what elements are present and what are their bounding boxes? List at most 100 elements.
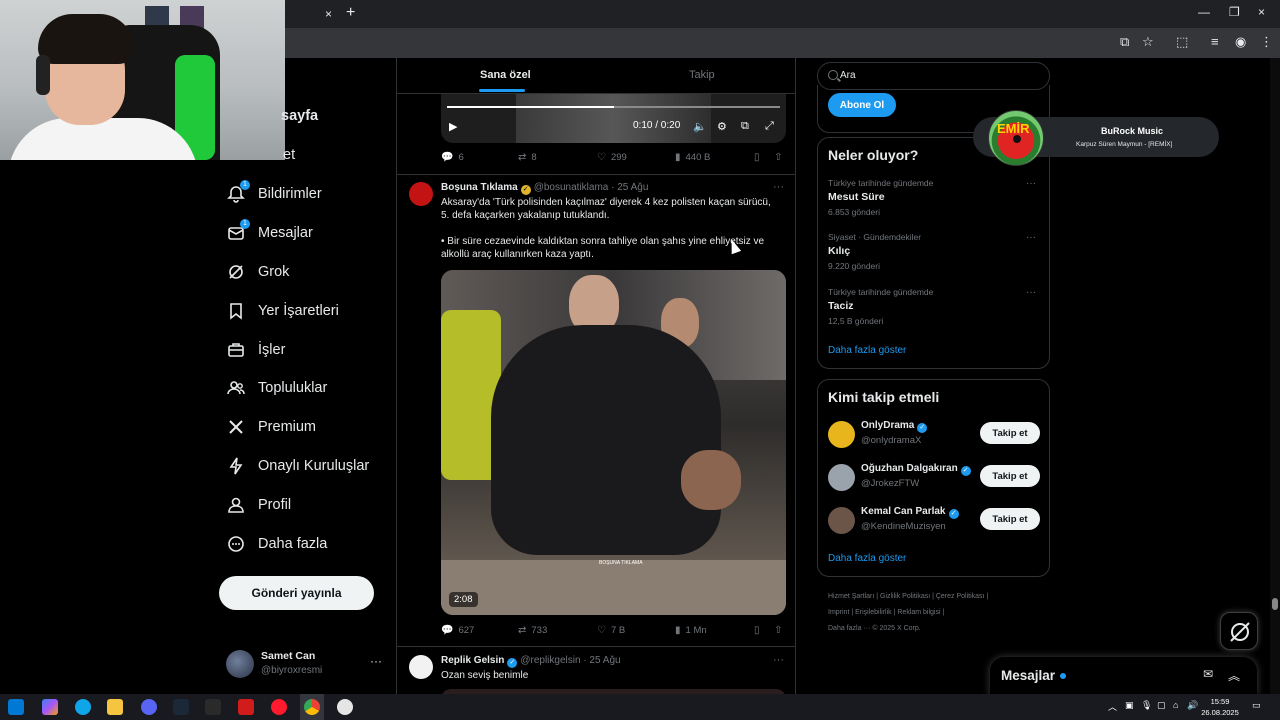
trend-item[interactable]: Türkiye tarihinde gündemde Taciz 12,5 B … (828, 287, 1041, 333)
play-icon[interactable]: ▶ (449, 120, 457, 133)
avatar[interactable] (409, 182, 433, 206)
new-tab-button[interactable]: + (346, 4, 355, 22)
follow-suggestion[interactable]: OnlyDrama ✓ @onlydramaX Takip et (828, 417, 1041, 451)
sidebar-item-grok[interactable]: Grok (226, 257, 289, 287)
like-button[interactable]: ♡ 7 B (597, 625, 625, 636)
page-scrollbar[interactable] (1270, 58, 1280, 694)
tray-app-icon[interactable]: ▢ (1157, 700, 1166, 711)
opera-icon[interactable] (271, 699, 287, 715)
show-more-link[interactable]: Daha fazla göster (828, 345, 906, 356)
notifications-icon[interactable]: ▭ (1252, 700, 1261, 711)
profile-icon[interactable]: ◉ (1235, 34, 1246, 50)
extensions-icon[interactable]: ⬚ (1176, 34, 1188, 50)
share-button[interactable]: ⇧ (774, 625, 787, 636)
obs-icon[interactable] (337, 699, 353, 715)
volume-icon[interactable]: 🔊 (1187, 700, 1198, 711)
close-window-button[interactable]: × (1258, 5, 1265, 19)
share-button[interactable]: ⇧ (774, 152, 787, 163)
tab-following[interactable]: Takip (689, 69, 715, 81)
settings-icon[interactable]: ⚙ (717, 120, 727, 133)
messages-drawer[interactable]: Mesajlar ✉ ︽ (990, 657, 1257, 697)
file-explorer-icon[interactable] (107, 699, 123, 715)
more-icon[interactable]: ··· (1026, 178, 1036, 189)
sidebar-item-profile[interactable]: Profil (226, 490, 291, 520)
copilot-icon[interactable] (42, 699, 58, 715)
more-icon[interactable]: ··· (1026, 287, 1036, 298)
post-author-name[interactable]: Boşuna Tıklama (441, 182, 518, 193)
account-switcher[interactable]: Samet Can @biyroxresmi ··· (226, 648, 386, 682)
star-icon[interactable]: ☆ (1142, 34, 1154, 50)
cast-icon[interactable]: ⧉ (1120, 34, 1129, 50)
repost-button[interactable]: ⇄ 733 (518, 625, 547, 636)
post-author-handle[interactable]: @bosunatiklama (534, 182, 609, 193)
maximize-button[interactable]: ❐ (1229, 5, 1240, 19)
sidebar-item-explore[interactable]: et (283, 140, 295, 170)
expand-icon[interactable]: ︽ (1228, 667, 1240, 684)
epic-games-icon[interactable] (205, 699, 221, 715)
bookmark-button[interactable]: ▯ (754, 152, 765, 163)
scrollbar-thumb[interactable] (1272, 598, 1278, 610)
sidebar-item-communities[interactable]: Topluluklar (226, 373, 327, 403)
post-author-handle[interactable]: @replikgelsin (520, 655, 580, 666)
post-button[interactable]: Gönderi yayınla (219, 576, 374, 610)
new-message-icon[interactable]: ✉ (1203, 667, 1213, 681)
edge-icon[interactable] (75, 699, 91, 715)
tray-chevron-icon[interactable]: ︿ (1108, 700, 1117, 713)
tab-for-you[interactable]: Sana özel (480, 69, 531, 81)
avatar[interactable] (409, 655, 433, 679)
chrome-icon[interactable] (304, 699, 320, 715)
follow-suggestion[interactable]: Kemal Can Parlak ✓ @KendineMuzisyen Takip… (828, 503, 1041, 537)
pip-icon[interactable]: ⧉ (741, 120, 749, 133)
post-author-name[interactable]: Replik Gelsin (441, 655, 504, 666)
show-more-link[interactable]: Daha fazla göster (828, 553, 906, 564)
footer-line[interactable]: Imprint | Erişilebilirlik | Reklam bilgi… (828, 605, 1048, 621)
views-button[interactable]: ▮ 1 Mn (675, 625, 707, 636)
tab-close-icon[interactable]: × (325, 7, 332, 21)
follow-suggestion[interactable]: Oğuzhan Dalgakıran ✓ @JrokezFTW Takip et (828, 460, 1041, 494)
follow-button[interactable]: Takip et (980, 465, 1040, 487)
sidebar-item-verified-orgs[interactable]: Onaylı Kuruluşlar (226, 451, 369, 481)
sidebar-item-jobs[interactable]: İşler (226, 335, 285, 365)
post-date[interactable]: · 25 Ağu (583, 655, 620, 666)
app-icon[interactable] (238, 699, 254, 715)
trend-item[interactable]: Siyaset · Gündemdekiler Kılıç 9.220 gönd… (828, 232, 1041, 278)
bookmark-button[interactable]: ▯ (754, 625, 765, 636)
sidebar-item-more[interactable]: Daha fazla (226, 529, 327, 559)
trend-item[interactable]: Türkiye tarihinde gündemde Mesut Süre 6.… (828, 178, 1041, 224)
windows-start-icon[interactable] (8, 699, 24, 715)
follow-button[interactable]: Takip et (980, 508, 1040, 530)
minimize-button[interactable]: — (1198, 5, 1210, 19)
tray-device-icon[interactable]: ▣ (1125, 700, 1134, 711)
network-icon[interactable]: ⌂ (1173, 700, 1178, 710)
video-player[interactable]: ▶ 0:10 / 0:20 🔈 ⚙ ⧉ ⤢ (441, 94, 786, 143)
fullscreen-icon[interactable]: ⤢ (765, 120, 774, 133)
steam-icon[interactable] (173, 699, 189, 715)
footer-line[interactable]: Hizmet Şartları | Gizlilik Politikası | … (828, 589, 1048, 605)
more-icon[interactable]: ··· (1026, 232, 1036, 243)
volume-icon[interactable]: 🔈 (693, 120, 707, 133)
more-icon[interactable]: ··· (370, 654, 382, 668)
menu-icon[interactable]: ⋮ (1260, 34, 1273, 50)
video-progress-bar[interactable] (447, 106, 780, 108)
more-icon[interactable]: ··· (773, 654, 784, 666)
reply-button[interactable]: 💬 6 (441, 152, 464, 163)
post-video[interactable]: BOŞUNA TIKLAMA 2:08 (441, 270, 786, 615)
reply-button[interactable]: 💬 627 (441, 625, 474, 636)
taskbar-clock[interactable]: 15:59 26.08.2025 (1200, 696, 1240, 718)
discord-icon[interactable] (141, 699, 157, 715)
repost-button[interactable]: ⇄ 8 (518, 152, 537, 163)
sidebar-item-premium[interactable]: Premium (226, 412, 316, 442)
like-button[interactable]: ♡ 299 (597, 152, 627, 163)
subscribe-button[interactable]: Abone Ol (828, 93, 896, 117)
media-icon[interactable]: ≡ (1211, 34, 1219, 49)
views-button[interactable]: ▮ 440 B (675, 152, 710, 163)
browser-tab[interactable]: × (285, 2, 345, 28)
more-icon[interactable]: ··· (773, 181, 784, 193)
sidebar-item-messages[interactable]: 1 Mesajlar (226, 218, 313, 248)
post-date[interactable]: · 25 Ağu (611, 182, 648, 193)
grok-float-button[interactable] (1220, 612, 1258, 650)
sidebar-item-home[interactable]: sayfa (281, 101, 318, 131)
sidebar-item-notifications[interactable]: 1 Bildirimler (226, 179, 322, 209)
microphone-icon[interactable]: 🎙 (1141, 700, 1152, 711)
follow-button[interactable]: Takip et (980, 422, 1040, 444)
